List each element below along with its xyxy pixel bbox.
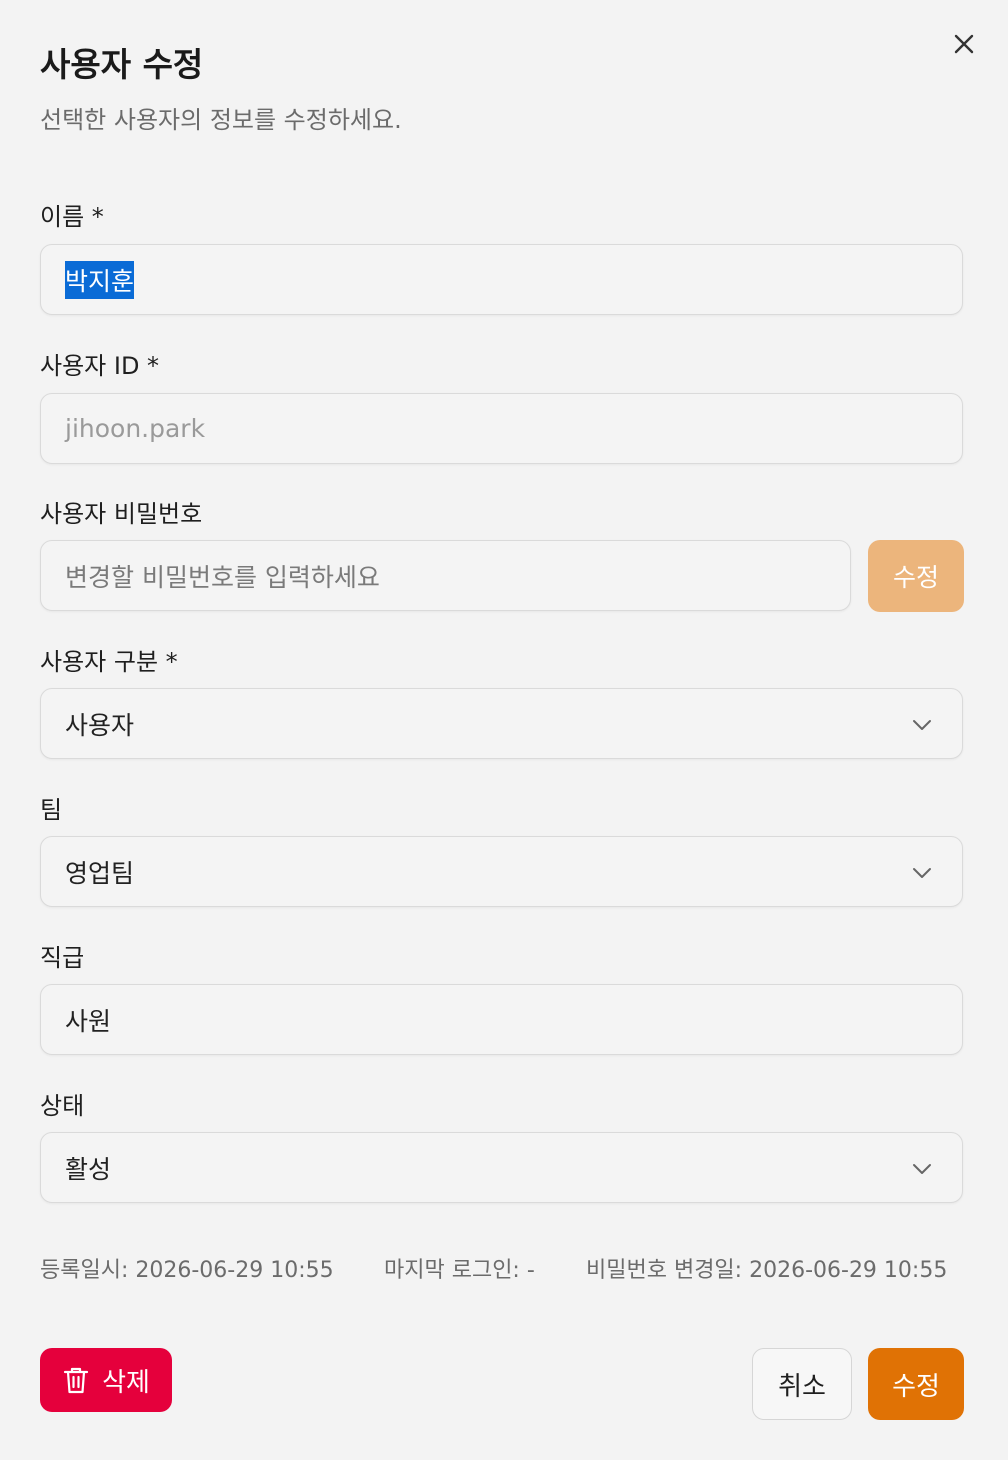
close-button[interactable] bbox=[944, 24, 984, 64]
team-label: 팀 bbox=[40, 796, 63, 824]
team-select[interactable]: 영업팀 bbox=[40, 836, 963, 907]
user-type-value: 사용자 bbox=[65, 710, 135, 740]
status-value: 활성 bbox=[65, 1154, 112, 1184]
user-id-value: jihoon.park bbox=[65, 414, 206, 443]
trash-icon bbox=[63, 1367, 89, 1394]
registered-date: 등록일시: 2026-06-29 10:55 bbox=[40, 1258, 334, 1283]
delete-button[interactable]: 삭제 bbox=[40, 1348, 172, 1412]
user-type-select[interactable]: 사용자 bbox=[40, 688, 963, 759]
chevron-down-icon bbox=[913, 720, 931, 730]
position-value: 사원 bbox=[65, 1006, 112, 1036]
user-id-label: 사용자 ID * bbox=[40, 352, 160, 380]
name-value: 박지훈 bbox=[65, 260, 135, 299]
dialog-title: 사용자 수정 bbox=[40, 45, 204, 84]
name-label: 이름 * bbox=[40, 203, 104, 231]
password-placeholder: 변경할 비밀번호를 입력하세요 bbox=[65, 562, 380, 592]
password-changed-date: 비밀번호 변경일: 2026-06-29 10:55 bbox=[586, 1258, 948, 1283]
password-label: 사용자 비밀번호 bbox=[40, 500, 203, 528]
name-input[interactable]: 박지훈 bbox=[40, 244, 963, 315]
last-login: 마지막 로그인: - bbox=[384, 1258, 535, 1283]
position-input[interactable]: 사원 bbox=[40, 984, 963, 1055]
status-label: 상태 bbox=[40, 1092, 85, 1120]
cancel-button[interactable]: 취소 bbox=[752, 1348, 852, 1420]
password-input[interactable]: 변경할 비밀번호를 입력하세요 bbox=[40, 540, 851, 611]
edit-user-dialog: 사용자 수정 선택한 사용자의 정보를 수정하세요. 이름 * 박지훈 사용자 … bbox=[0, 0, 1008, 1460]
chevron-down-icon bbox=[913, 1164, 931, 1174]
dialog-subtitle: 선택한 사용자의 정보를 수정하세요. bbox=[40, 106, 402, 134]
team-value: 영업팀 bbox=[65, 858, 135, 888]
password-change-button[interactable]: 수정 bbox=[868, 540, 964, 612]
user-id-input: jihoon.park bbox=[40, 393, 963, 464]
submit-button[interactable]: 수정 bbox=[868, 1348, 964, 1420]
close-icon bbox=[954, 34, 974, 54]
chevron-down-icon bbox=[913, 868, 931, 878]
user-type-label: 사용자 구분 * bbox=[40, 648, 178, 676]
delete-label: 삭제 bbox=[102, 1367, 150, 1398]
position-label: 직급 bbox=[40, 944, 85, 972]
status-select[interactable]: 활성 bbox=[40, 1132, 963, 1203]
